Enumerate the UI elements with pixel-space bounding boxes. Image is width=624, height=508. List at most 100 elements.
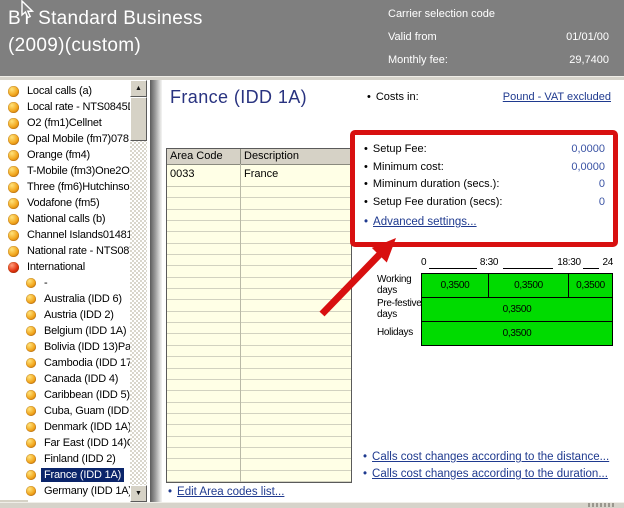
currency-link[interactable]: Pound - VAT excluded: [503, 91, 611, 103]
cell-area-code[interactable]: 0033: [167, 165, 241, 186]
table-empty-row[interactable]: [167, 198, 351, 209]
tree-node-icon: [8, 214, 19, 225]
table-empty-row[interactable]: [167, 244, 351, 255]
tree-item[interactable]: Far East (IDD 14)C: [0, 435, 130, 451]
cell-description[interactable]: France: [241, 165, 351, 186]
tree-node-icon: [26, 486, 36, 496]
tree-item[interactable]: Germany (IDD 1A): [0, 483, 130, 499]
table-empty-row[interactable]: [167, 414, 351, 425]
fee-value[interactable]: 0,0000: [571, 143, 605, 161]
table-empty-row[interactable]: [167, 471, 351, 482]
tree-item[interactable]: Canada (IDD 4): [0, 371, 130, 387]
fee-row[interactable]: Miminum duration (secs.):0: [364, 178, 605, 196]
tree-item[interactable]: France (IDD 1A): [0, 467, 130, 483]
scroll-down-icon[interactable]: ▼: [130, 485, 147, 502]
table-empty-row[interactable]: [167, 459, 351, 470]
table-empty-row[interactable]: [167, 312, 351, 323]
scroll-up-icon[interactable]: ▲: [130, 80, 147, 97]
area-codes-table[interactable]: Area Code Description 0033France: [166, 148, 352, 483]
table-row[interactable]: 0033France: [167, 165, 351, 187]
table-empty-row[interactable]: [167, 210, 351, 221]
tree-item[interactable]: -: [0, 275, 130, 291]
table-empty-row[interactable]: [167, 391, 351, 402]
tree-item[interactable]: Finland (IDD 2): [0, 451, 130, 467]
table-empty-row[interactable]: [167, 289, 351, 300]
fee-row[interactable]: Setup Fee duration (secs): 0: [364, 196, 605, 214]
tree-item[interactable]: Vodafone (fm5): [0, 195, 130, 211]
tree-item[interactable]: Channel Islands01481: [0, 227, 130, 243]
table-empty-row[interactable]: [167, 323, 351, 334]
tree-item-label: Belgium (IDD 1A): [41, 324, 129, 338]
tree-item[interactable]: Denmark (IDD 1A): [0, 419, 130, 435]
schedule-rate-cell[interactable]: 0,3500: [421, 297, 613, 322]
column-header-area-code[interactable]: Area Code: [167, 149, 241, 164]
tree-item[interactable]: Three (fm6)Hutchinson: [0, 179, 130, 195]
table-empty-row[interactable]: [167, 221, 351, 232]
tree-item[interactable]: Orange (fm4): [0, 147, 130, 163]
table-empty-row[interactable]: [167, 403, 351, 414]
edit-area-codes-link[interactable]: Edit Area codes list...: [168, 486, 284, 498]
calls-cost-link[interactable]: Calls cost changes according to the dist…: [363, 449, 609, 466]
schedule-rate-cell[interactable]: 0,3500: [421, 273, 489, 298]
tree-item[interactable]: International: [0, 259, 130, 275]
tree-item-label: Orange (fm4): [24, 148, 93, 162]
sidebar-scrollbar[interactable]: ▲ ▼: [130, 80, 147, 502]
advanced-settings-link-text[interactable]: Advanced settings...: [373, 216, 477, 228]
tree-item-label: Local calls (a): [24, 84, 95, 98]
table-empty-row[interactable]: [167, 187, 351, 198]
tree-item[interactable]: National calls (b): [0, 211, 130, 227]
column-header-description[interactable]: Description: [241, 149, 351, 164]
axis-line: [429, 268, 477, 269]
tree-item[interactable]: Caribbean (IDD 5)I: [0, 387, 130, 403]
table-empty-row[interactable]: [167, 346, 351, 357]
scrollbar-thumb[interactable]: [130, 97, 147, 141]
schedule-rate-cell[interactable]: 0,3500: [421, 321, 613, 346]
schedule-rate-cell[interactable]: 0,3500: [568, 273, 613, 298]
calls-cost-link-text[interactable]: Calls cost changes according to the dura…: [372, 468, 608, 480]
fee-row[interactable]: Setup Fee:0,0000: [364, 143, 605, 161]
costs-in-text: Costs in:: [376, 91, 419, 103]
tree-item[interactable]: Austria (IDD 2): [0, 307, 130, 323]
currency-link-text[interactable]: Pound - VAT excluded: [503, 91, 611, 103]
table-empty-row[interactable]: [167, 380, 351, 391]
table-empty-row[interactable]: [167, 357, 351, 368]
fee-value[interactable]: 0: [599, 196, 605, 214]
rate-schedule: 08:3018:3024Working days0,35000,35000,35…: [377, 256, 614, 354]
fee-value[interactable]: 0,0000: [571, 161, 605, 179]
table-empty-row[interactable]: [167, 300, 351, 311]
table-empty-row[interactable]: [167, 437, 351, 448]
table-empty-row[interactable]: [167, 448, 351, 459]
tree-item-label: Australia (IDD 6): [41, 292, 125, 306]
tree-item[interactable]: National rate - NTS087: [0, 243, 130, 259]
tree-item[interactable]: Local calls (a): [0, 83, 130, 99]
tree-item[interactable]: Bolivia (IDD 13)Pac: [0, 339, 130, 355]
tree-item[interactable]: Cuba, Guam (IDD: [0, 403, 130, 419]
table-empty-row[interactable]: [167, 425, 351, 436]
table-empty-row[interactable]: [167, 266, 351, 277]
table-empty-row[interactable]: [167, 369, 351, 380]
table-empty-row[interactable]: [167, 278, 351, 289]
schedule-rate-cell[interactable]: 0,3500: [488, 273, 569, 298]
tree-item[interactable]: Australia (IDD 6): [0, 291, 130, 307]
fee-value[interactable]: 0: [599, 178, 605, 196]
calls-cost-link[interactable]: Calls cost changes according to the dura…: [363, 466, 609, 483]
resize-grip-icon[interactable]: [588, 503, 614, 507]
fee-row[interactable]: Minimum cost:0,0000: [364, 161, 605, 179]
edit-area-codes-link-text[interactable]: Edit Area codes list...: [177, 486, 284, 498]
table-empty-row[interactable]: [167, 255, 351, 266]
tree-item[interactable]: T-Mobile (fm3)One2One: [0, 163, 130, 179]
tree-item[interactable]: Opal Mobile (fm7)078 2: [0, 131, 130, 147]
tree-item[interactable]: O2 (fm1)Cellnet: [0, 115, 130, 131]
bullet-icon: [363, 468, 367, 480]
carrier-selection-label: Carrier selection code: [388, 8, 495, 20]
table-empty-row[interactable]: [167, 334, 351, 345]
costs-in-label: Costs in:: [367, 91, 419, 103]
bottom-links: Calls cost changes according to the dist…: [363, 449, 609, 483]
tree-item[interactable]: Local rate - NTS0845D: [0, 99, 130, 115]
table-empty-row[interactable]: [167, 232, 351, 243]
fee-label: Setup Fee duration (secs):: [364, 196, 502, 214]
tree-item[interactable]: Cambodia (IDD 17): [0, 355, 130, 371]
tree-item[interactable]: Belgium (IDD 1A): [0, 323, 130, 339]
calls-cost-link-text[interactable]: Calls cost changes according to the dist…: [372, 451, 609, 463]
advanced-settings-link[interactable]: Advanced settings...: [364, 216, 605, 228]
